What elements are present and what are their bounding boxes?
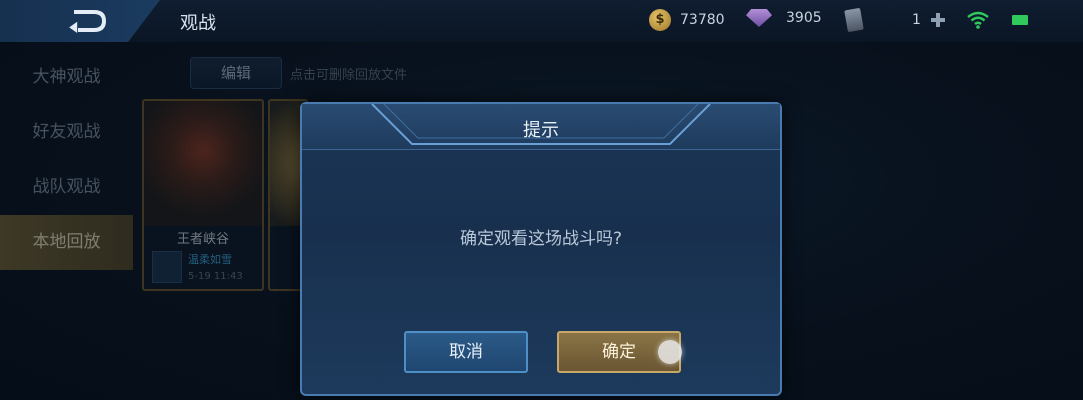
- dialog-message: 确定观看这场战斗吗?: [459, 229, 623, 249]
- confirm-dialog: 提示 确定观看这场战斗吗? 取消 确定: [300, 102, 782, 396]
- gold-coin-value: 73780: [680, 12, 725, 28]
- top-bar: 观战 $ 73780 3905 1: [0, 0, 1083, 42]
- wifi-icon: [967, 11, 989, 29]
- gem-icon: [746, 9, 772, 27]
- plus-icon[interactable]: [930, 13, 945, 27]
- back-button[interactable]: [0, 0, 160, 42]
- dialog-header: 提示: [302, 104, 780, 150]
- back-arrow-icon: [69, 10, 107, 33]
- page-title: 观战: [180, 13, 216, 34]
- card-icon: [844, 7, 864, 33]
- gold-coin-counter: $ 73780: [649, 9, 725, 31]
- dialog-title: 提示: [523, 120, 559, 141]
- gem-counter: 3905: [746, 9, 822, 27]
- gold-coin-icon: $: [649, 9, 671, 31]
- touch-indicator: [658, 340, 682, 364]
- card-value: 1: [912, 12, 921, 28]
- battery-icon: [1012, 15, 1028, 25]
- card-counter[interactable]: 1: [844, 7, 945, 33]
- cancel-button[interactable]: 取消: [404, 331, 528, 373]
- gem-value: 3905: [786, 10, 822, 26]
